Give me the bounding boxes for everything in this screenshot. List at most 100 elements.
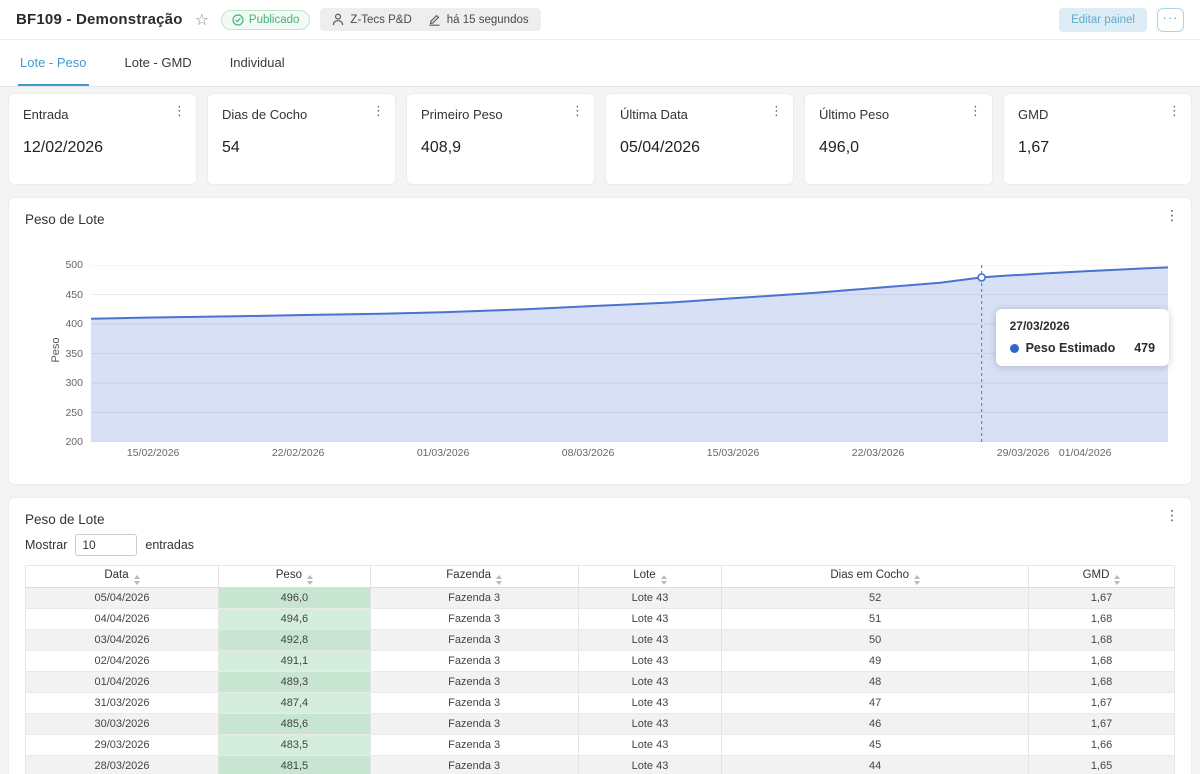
x-tick-label: 08/03/2026 [562, 447, 615, 459]
kpi-card-value: 12/02/2026 [23, 139, 182, 157]
tab-lote-gmd[interactable]: Lote - GMD [123, 40, 194, 86]
x-tick-label: 29/03/2026 [997, 447, 1050, 459]
sort-icon[interactable] [134, 575, 140, 585]
sort-icon[interactable] [914, 575, 920, 585]
tab-individual[interactable]: Individual [228, 40, 287, 86]
table-row: 04/04/2026494,6Fazenda 3Lote 43511,68 [26, 609, 1175, 630]
cell-dias-em-cocho: 44 [722, 756, 1029, 774]
column-header-fazenda[interactable]: Fazenda [370, 566, 578, 588]
kpi-card-value: 496,0 [819, 139, 978, 157]
kpi-card-label: Dias de Cocho [222, 107, 381, 122]
kebab-menu-icon[interactable]: ⋮ [969, 104, 982, 118]
status-badge: Publicado [221, 10, 311, 30]
sort-icon[interactable] [307, 575, 313, 585]
cell-dias-em-cocho: 50 [722, 630, 1029, 651]
kebab-menu-icon[interactable]: ⋮ [770, 104, 783, 118]
last-edited-item[interactable]: há 15 segundos [428, 13, 529, 26]
kpi-card-gmd: GMD ⋮ 1,67 [1003, 93, 1192, 185]
dashboard-meta: Z-Tecs P&D há 15 segundos [320, 8, 540, 31]
weight-table-panel: Peso de Lote ⋮ Mostrar entradas DataPeso… [8, 497, 1192, 774]
page-title: BF109 - Demonstração [16, 11, 183, 28]
sort-icon[interactable] [661, 575, 667, 585]
kpi-card-label: Primeiro Peso [421, 107, 580, 122]
y-tick-label: 400 [65, 318, 83, 330]
cell-data: 05/04/2026 [26, 588, 219, 609]
chart-title: Peso de Lote [25, 212, 105, 227]
tab-lote-peso[interactable]: Lote - Peso [18, 40, 89, 86]
cell-lote: Lote 43 [578, 651, 722, 672]
kpi-card-label: Último Peso [819, 107, 978, 122]
cell-dias-em-cocho: 51 [722, 609, 1029, 630]
table-row: 29/03/2026483,5Fazenda 3Lote 43451,66 [26, 735, 1175, 756]
y-tick-label: 450 [65, 289, 83, 301]
cell-fazenda: Fazenda 3 [370, 672, 578, 693]
cell-peso: 483,5 [219, 735, 371, 756]
column-header-data[interactable]: Data [26, 566, 219, 588]
pencil-icon [428, 13, 441, 26]
cell-data: 30/03/2026 [26, 714, 219, 735]
y-tick-label: 250 [65, 407, 83, 419]
cell-peso: 487,4 [219, 693, 371, 714]
kpi-card-label: Entrada [23, 107, 182, 122]
cell-peso: 485,6 [219, 714, 371, 735]
x-tick-label: 15/03/2026 [707, 447, 760, 459]
edit-dashboard-button[interactable]: Editar painel [1059, 8, 1147, 32]
chart-tooltip: 27/03/2026 Peso Estimado 479 [996, 309, 1169, 366]
y-tick-label: 500 [65, 259, 83, 271]
cell-gmd: 1,67 [1029, 588, 1175, 609]
cell-dias-em-cocho: 47 [722, 693, 1029, 714]
cell-lote: Lote 43 [578, 672, 722, 693]
kebab-menu-icon[interactable]: ⋮ [372, 104, 385, 118]
cell-lote: Lote 43 [578, 756, 722, 774]
kpi-card-value: 54 [222, 139, 381, 157]
column-header-peso[interactable]: Peso [219, 566, 371, 588]
sort-icon[interactable] [496, 575, 502, 585]
cell-peso: 496,0 [219, 588, 371, 609]
column-header-dias-em-cocho[interactable]: Dias em Cocho [722, 566, 1029, 588]
cell-peso: 491,1 [219, 651, 371, 672]
favorite-star-icon[interactable]: ☆ [195, 10, 209, 30]
cell-peso: 492,8 [219, 630, 371, 651]
kpi-card-ultima-data: Última Data ⋮ 05/04/2026 [605, 93, 794, 185]
x-axis-ticks: 15/02/202622/02/202601/03/202608/03/2026… [91, 447, 1168, 463]
cell-dias-em-cocho: 49 [722, 651, 1029, 672]
status-badge-label: Publicado [249, 14, 300, 26]
series-dot-icon [1010, 344, 1019, 353]
cell-data: 28/03/2026 [26, 756, 219, 774]
cell-dias-em-cocho: 46 [722, 714, 1029, 735]
kpi-card-dias-de-cocho: Dias de Cocho ⋮ 54 [207, 93, 396, 185]
cell-data: 29/03/2026 [26, 735, 219, 756]
page-size-input[interactable] [75, 534, 137, 556]
tooltip-date: 27/03/2026 [1010, 319, 1155, 333]
kebab-menu-icon[interactable]: ⋮ [1168, 104, 1181, 118]
kebab-menu-icon[interactable]: ⋮ [173, 104, 186, 118]
kebab-menu-icon[interactable]: ⋮ [571, 104, 584, 118]
cell-peso: 489,3 [219, 672, 371, 693]
kpi-card-value: 1,67 [1018, 139, 1177, 157]
cell-lote: Lote 43 [578, 609, 722, 630]
column-header-lote[interactable]: Lote [578, 566, 722, 588]
cell-data: 03/04/2026 [26, 630, 219, 651]
cell-gmd: 1,65 [1029, 756, 1175, 774]
kebab-menu-icon[interactable]: ⋮ [1165, 208, 1179, 223]
owner-item[interactable]: Z-Tecs P&D [332, 13, 411, 26]
cell-lote: Lote 43 [578, 588, 722, 609]
cell-gmd: 1,66 [1029, 735, 1175, 756]
cell-fazenda: Fazenda 3 [370, 588, 578, 609]
cell-gmd: 1,68 [1029, 651, 1175, 672]
cell-lote: Lote 43 [578, 735, 722, 756]
show-label: Mostrar [25, 538, 67, 552]
more-options-button[interactable]: ··· [1157, 8, 1184, 32]
sort-icon[interactable] [1114, 575, 1120, 585]
cell-data: 02/04/2026 [26, 651, 219, 672]
cell-gmd: 1,67 [1029, 693, 1175, 714]
cell-gmd: 1,68 [1029, 630, 1175, 651]
cell-peso: 494,6 [219, 609, 371, 630]
y-axis-ticks: 200250300350400450500 [9, 265, 83, 442]
table-row: 01/04/2026489,3Fazenda 3Lote 43481,68 [26, 672, 1175, 693]
column-header-gmd[interactable]: GMD [1029, 566, 1175, 588]
owner-label: Z-Tecs P&D [350, 14, 411, 26]
weight-table: DataPesoFazendaLoteDias em CochoGMD 05/0… [25, 565, 1175, 774]
cell-lote: Lote 43 [578, 630, 722, 651]
kebab-menu-icon[interactable]: ⋮ [1165, 508, 1179, 523]
